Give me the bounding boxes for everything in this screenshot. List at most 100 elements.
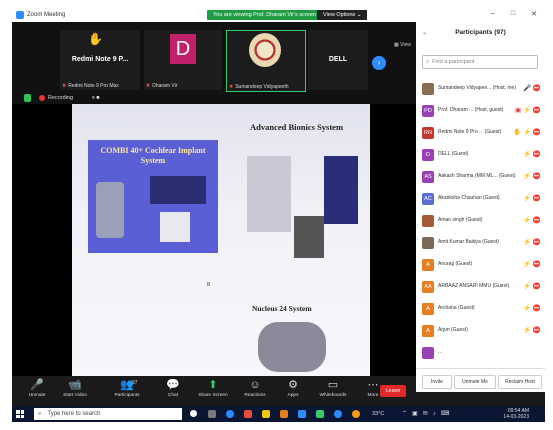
combi-panel: COMBI 40+ Cochlear Implant System — [88, 140, 218, 253]
participant-status-icons[interactable]: ⚡ ⛔ — [523, 260, 541, 268]
toolbar-label: More — [367, 393, 379, 398]
participant-status-icons[interactable]: ⚡ ⛔ — [523, 194, 541, 202]
recording-dot-icon — [39, 95, 45, 101]
video-tile[interactable]: D ✖ Dharam Vir — [144, 30, 222, 90]
participant-row[interactable]: D DELL (Guest) ⚡ ⛔ — [416, 144, 545, 166]
participant-search-input[interactable]: ⌕ Find a participant — [422, 55, 538, 69]
file-explorer-icon[interactable] — [262, 410, 270, 418]
gallery-view-button[interactable]: ▦ View — [394, 42, 411, 48]
zoom-taskbar-icon[interactable] — [298, 410, 306, 418]
muted-mic-icon: ✖ — [229, 84, 234, 90]
presentation-slide: COMBI 40+ Cochlear Implant System Advanc… — [72, 104, 370, 376]
task-view-icon[interactable] — [208, 410, 216, 418]
next-page-button[interactable]: › — [372, 56, 386, 70]
participant-name: ... — [438, 349, 443, 355]
close-icon[interactable]: ✕ — [531, 10, 537, 18]
avatar: A — [422, 259, 434, 271]
recording-label: Recording — [48, 95, 74, 101]
participant-row[interactable]: Sumandeep Vidyapee... (Host, me) 🎤 ⛔ — [416, 78, 545, 100]
apps-button[interactable]: ⚙ Apps — [278, 378, 308, 400]
recording-controls[interactable]: ⏸ ■ — [92, 95, 100, 102]
participant-row[interactable]: A Archana (Guest) ⚡ ⛔ — [416, 298, 545, 320]
start-video-button[interactable]: 📹 Start Video — [60, 378, 90, 400]
participant-row[interactable]: Aman singh (Guest) ⚡ ⛔ — [416, 210, 545, 232]
electrode-photo — [150, 176, 206, 204]
institution-logo — [249, 33, 281, 67]
participant-name: DELL — [328, 56, 348, 63]
invite-button[interactable]: Invite — [422, 375, 452, 389]
reactions-icon: ☺ — [249, 379, 261, 391]
toolbar-label: Unmute — [28, 393, 46, 398]
participant-row[interactable]: AA ARBAAZ ANSARI MMU (Guest) ⚡ ⛔ — [416, 276, 545, 298]
avatar: AC — [422, 193, 434, 205]
participant-status-icons[interactable]: ⚡ ⛔ — [523, 238, 541, 246]
participant-name: ARBAAZ ANSARI MMU (Guest) — [438, 283, 510, 289]
advanced-bionics-title: Advanced Bionics System — [250, 122, 344, 132]
toolbar-label: Share Screen — [198, 393, 228, 398]
video-tile[interactable]: DELL — [308, 30, 368, 90]
participant-status-icons[interactable]: ⚡ ⛔ — [523, 304, 541, 312]
cortana-icon[interactable] — [190, 410, 197, 417]
reactions-button[interactable]: ☺ Reactions — [240, 378, 270, 400]
participant-row[interactable]: ... — [416, 342, 545, 364]
start-video-icon: 📹 — [68, 379, 82, 391]
participant-row[interactable]: AS Aakash Sharma (MM ML... (Guest) ⚡ ⛔ — [416, 166, 545, 188]
search-icon: ⌕ — [426, 59, 430, 65]
participant-row[interactable]: Amit Kumar Baidya (Guest) ⚡ ⛔ — [416, 232, 545, 254]
avatar — [422, 83, 434, 95]
participants-button[interactable]: 👥 Participants 97 — [112, 378, 142, 400]
participant-status-icons[interactable]: 🎤 ⛔ — [523, 84, 541, 92]
participant-footer: ✖ Sumandeep Vidyapeeth — [229, 84, 289, 90]
shared-screen: COMBI 40+ Cochlear Implant System Advanc… — [12, 104, 416, 376]
windows-start-icon[interactable] — [16, 410, 24, 418]
clock-date: 14-03-2023 — [503, 414, 529, 420]
implant-photo — [96, 182, 124, 238]
avatar — [422, 347, 434, 359]
taskbar-search-input[interactable]: ⌕ Type here to search — [34, 408, 182, 420]
chat-button[interactable]: 💬 Chat — [158, 378, 188, 400]
participant-name: Redmi Note 9 Pro ... (Guest) — [438, 129, 502, 135]
video-tile[interactable]: ✖ Sumandeep Vidyapeeth — [226, 30, 306, 92]
whiteboards-button[interactable]: ▭ Whiteboards — [318, 378, 348, 400]
system-tray-icons[interactable]: ⌃▣✉♪⌨ — [402, 410, 454, 417]
more-icon: ⋯ — [367, 379, 379, 391]
participant-status-icons[interactable]: ⚡ ⛔ — [523, 150, 541, 158]
participant-status-icons[interactable]: ▣ ⚡ ⛔ — [515, 106, 541, 114]
participant-row[interactable]: PD Prof. Dharam ... (Host, guest) ▣ ⚡ ⛔ — [416, 100, 545, 122]
edge-icon[interactable] — [226, 410, 234, 418]
avatar — [422, 237, 434, 249]
participant-row[interactable]: A Anurag (Guest) ⚡ ⛔ — [416, 254, 545, 276]
participant-footer: ✖ Dharam Vir — [146, 83, 178, 89]
participants-footer: Invite Unmute Me Reclaim Host — [416, 368, 545, 393]
more-button[interactable]: ⋯ More — [358, 378, 388, 400]
reclaim-host-button[interactable]: Reclaim Host — [498, 375, 542, 389]
view-options-button[interactable]: View Options ⌄ — [317, 10, 368, 20]
app-icon[interactable] — [280, 410, 288, 418]
chevron-down-icon[interactable]: ⌄ — [422, 22, 427, 44]
unmute-me-button[interactable]: Unmute Me — [454, 375, 496, 389]
participant-row[interactable]: A Arjun (Guest) ⚡ ⛔ — [416, 320, 545, 342]
avatar: PD — [422, 105, 434, 117]
unmute-button[interactable]: 🎤 Unmute — [22, 378, 52, 400]
participant-status-icons[interactable]: ⚡ ⛔ — [523, 282, 541, 290]
minimize-icon[interactable]: – — [491, 10, 495, 18]
participant-count: 97 — [132, 380, 138, 386]
maximize-icon[interactable]: □ — [511, 10, 515, 18]
window-controls: – □ ✕ — [491, 10, 537, 18]
video-tile[interactable]: ✋ Redmi Note 9 P... ✖ Redmi Note 9 Pro Ma… — [60, 30, 140, 90]
chrome-icon[interactable] — [244, 410, 252, 418]
window-title: Zoom Meeting — [27, 12, 66, 18]
participant-row[interactable]: AC Akanksha Chauhan (Guest) ⚡ ⛔ — [416, 188, 545, 210]
app-icon[interactable] — [316, 410, 324, 418]
participant-status-icons[interactable]: ⚡ ⛔ — [523, 326, 541, 334]
temperature: 33°C — [372, 411, 385, 417]
avatar: AA — [422, 281, 434, 293]
participant-status-icons[interactable]: ⚡ ⛔ — [523, 216, 541, 224]
participant-status-icons[interactable]: ⚡ ⛔ — [523, 172, 541, 180]
app-icon[interactable] — [334, 410, 342, 418]
participant-status-icons[interactable]: ✋ ⚡ ⛔ — [513, 128, 541, 136]
participant-row[interactable]: RN Redmi Note 9 Pro ... (Guest) ✋ ⚡ ⛔ — [416, 122, 545, 144]
share-screen-button[interactable]: ⬆ Share Screen — [198, 378, 228, 400]
avatar: A — [422, 303, 434, 315]
processor-photo — [160, 212, 190, 242]
